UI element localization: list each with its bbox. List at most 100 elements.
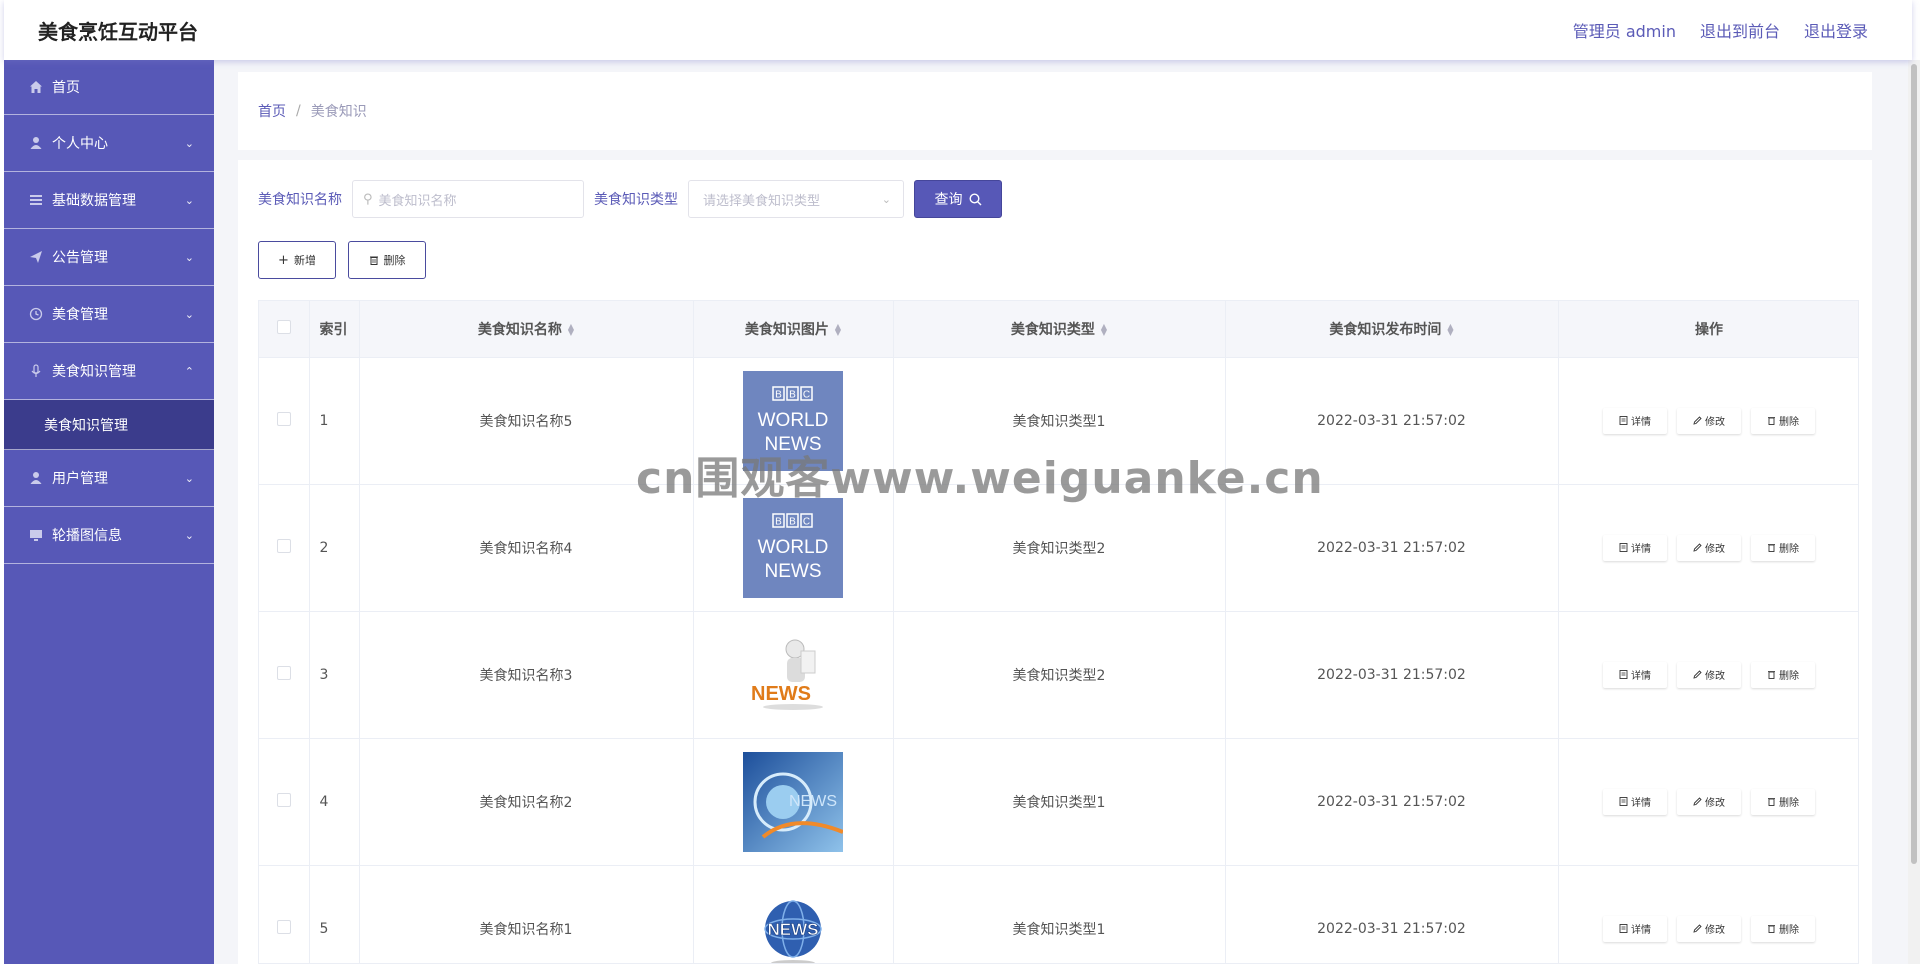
breadcrumb-current: 美食知识 bbox=[310, 104, 367, 120]
row-type: 美食知识类型1 bbox=[893, 738, 1226, 866]
svg-text:C: C bbox=[803, 389, 810, 400]
row-name: 美食知识名称3 bbox=[359, 611, 694, 739]
sort-icon[interactable]: ▲ ▼ bbox=[835, 322, 841, 336]
delete-button[interactable]: 删除 bbox=[1751, 788, 1815, 815]
name-search-label: 美食知识名称 bbox=[258, 192, 342, 208]
breadcrumb-home[interactable]: 首页 bbox=[258, 101, 286, 121]
news-thumbnail-image[interactable]: NEWS bbox=[743, 751, 843, 852]
row-index: 4 bbox=[309, 738, 360, 866]
header-time[interactable]: 美食知识发布时间 ▲ ▼ bbox=[1225, 301, 1559, 358]
document-icon bbox=[1619, 670, 1628, 679]
select-all-checkbox[interactable] bbox=[276, 319, 291, 334]
delete-button[interactable]: 删除 bbox=[1751, 407, 1815, 434]
edit-button[interactable]: 修改 bbox=[1677, 534, 1741, 561]
sort-icon[interactable]: ▲ ▼ bbox=[1101, 322, 1107, 336]
svg-text:WORLD: WORLD bbox=[758, 410, 829, 431]
sidebar-item-label: 公告管理 bbox=[52, 250, 108, 266]
detail-button-label: 详情 bbox=[1631, 925, 1651, 936]
edit-button[interactable]: 修改 bbox=[1677, 407, 1741, 434]
trash-icon bbox=[1768, 671, 1775, 679]
sidebar-item-label: 个人中心 bbox=[52, 136, 108, 152]
name-search-input[interactable]: ⚲ 美食知识名称 bbox=[352, 180, 584, 218]
row-checkbox[interactable] bbox=[276, 665, 291, 680]
type-select-placeholder: 请选择美食知识类型 bbox=[703, 193, 821, 209]
row-checkbox[interactable] bbox=[276, 919, 291, 934]
admin-label[interactable]: 管理员 admin bbox=[1573, 18, 1676, 42]
svg-text:NEWS: NEWS bbox=[768, 920, 819, 939]
breadcrumb-separator: / bbox=[296, 103, 301, 119]
header-name[interactable]: 美食知识名称 ▲ ▼ bbox=[359, 301, 694, 358]
row-select-cell bbox=[259, 484, 310, 612]
trash-icon bbox=[1768, 925, 1775, 933]
edit-button[interactable]: 修改 bbox=[1677, 788, 1741, 815]
sidebar-item-home[interactable]: 首页 bbox=[4, 60, 214, 115]
clock-icon bbox=[28, 307, 44, 321]
edit-button-label: 修改 bbox=[1705, 798, 1725, 809]
document-icon bbox=[1619, 797, 1628, 806]
sidebar-item-users[interactable]: 用户管理 ⌄ bbox=[4, 450, 214, 507]
edit-button-label: 修改 bbox=[1705, 671, 1725, 682]
row-index: 2 bbox=[309, 484, 360, 612]
table-row: 3 美食知识名称3 NEWS 美食知识类型2 2022-03-31 21:57:02 详情… bbox=[259, 611, 1858, 739]
sidebar-item-food[interactable]: 美食管理 ⌄ bbox=[4, 286, 214, 343]
batch-delete-button[interactable]: 删除 bbox=[348, 241, 426, 279]
table-row: 4 美食知识名称2 NEWS 美食知识类型1 2022-03-31 21:57:02 详情… bbox=[259, 738, 1858, 866]
sidebar-item-personal[interactable]: 个人中心 ⌄ bbox=[4, 115, 214, 172]
news-thumbnail-image[interactable]: B B C WORLD NEWS bbox=[743, 497, 843, 598]
sidebar-item-basic-data[interactable]: 基础数据管理 ⌄ bbox=[4, 172, 214, 229]
header-image-label: 美食知识图片 bbox=[744, 321, 829, 338]
scrollbar-thumb[interactable] bbox=[1911, 64, 1917, 864]
row-checkbox[interactable] bbox=[276, 411, 291, 426]
detail-button[interactable]: 详情 bbox=[1603, 661, 1667, 688]
type-select[interactable]: 请选择美食知识类型 ⌄ bbox=[688, 180, 904, 218]
sidebar-item-label: 基础数据管理 bbox=[52, 193, 136, 209]
sidebar-item-label: 首页 bbox=[52, 80, 80, 96]
submenu-item-food-knowledge[interactable]: 美食知识管理 bbox=[4, 400, 214, 450]
edit-button[interactable]: 修改 bbox=[1677, 661, 1741, 688]
sidebar-item-food-knowledge[interactable]: 美食知识管理 ⌃ bbox=[4, 343, 214, 400]
detail-button[interactable]: 详情 bbox=[1603, 788, 1667, 815]
query-button[interactable]: 查询 bbox=[914, 180, 1002, 218]
row-checkbox[interactable] bbox=[276, 792, 291, 807]
row-index: 5 bbox=[309, 865, 360, 963]
row-checkbox[interactable] bbox=[276, 538, 291, 553]
sidebar-item-notice[interactable]: 公告管理 ⌄ bbox=[4, 229, 214, 286]
page-scrollbar[interactable] bbox=[1908, 60, 1920, 964]
news-thumbnail-image[interactable]: NEWS bbox=[743, 624, 843, 725]
to-front-link[interactable]: 退出到前台 bbox=[1700, 18, 1780, 42]
detail-button[interactable]: 详情 bbox=[1603, 915, 1667, 942]
sidebar-item-carousel[interactable]: 轮播图信息 ⌄ bbox=[4, 507, 214, 564]
header-image[interactable]: 美食知识图片 ▲ ▼ bbox=[693, 301, 894, 358]
chevron-down-icon: ⌄ bbox=[184, 250, 194, 264]
svg-text:B: B bbox=[775, 389, 782, 400]
add-button[interactable]: + 新增 bbox=[258, 241, 336, 279]
sidebar-item-label: 美食知识管理 bbox=[52, 364, 136, 380]
sort-icon[interactable]: ▲ ▼ bbox=[568, 322, 574, 336]
delete-button-label: 删除 bbox=[1779, 544, 1799, 555]
edit-button[interactable]: 修改 bbox=[1677, 915, 1741, 942]
detail-button[interactable]: 详情 bbox=[1603, 534, 1667, 561]
row-select-cell bbox=[259, 865, 310, 963]
detail-button[interactable]: 详情 bbox=[1603, 407, 1667, 434]
row-image-cell: NEWS bbox=[693, 738, 894, 866]
edit-button-label: 修改 bbox=[1705, 925, 1725, 936]
chevron-down-icon: ⌄ bbox=[184, 307, 194, 321]
data-table: 索引 美食知识名称 ▲ ▼ 美食知识图片 ▲ ▼ 美食知识类型 ▲ ▼ 美食知识发布时间 ▲ ▼… bbox=[258, 300, 1859, 964]
news-thumbnail-image[interactable]: NEWS bbox=[743, 878, 843, 963]
select-all-cell bbox=[259, 301, 310, 358]
delete-button[interactable]: 删除 bbox=[1751, 534, 1815, 561]
delete-button[interactable]: 删除 bbox=[1751, 915, 1815, 942]
document-icon bbox=[1619, 416, 1628, 425]
mic-icon bbox=[28, 364, 44, 378]
delete-button[interactable]: 删除 bbox=[1751, 661, 1815, 688]
chevron-down-icon: ⌄ bbox=[184, 528, 194, 542]
search-icon bbox=[968, 192, 981, 205]
sort-icon[interactable]: ▲ ▼ bbox=[1447, 322, 1453, 336]
header-type[interactable]: 美食知识类型 ▲ ▼ bbox=[893, 301, 1226, 358]
svg-text:WORLD: WORLD bbox=[758, 537, 829, 558]
logout-link[interactable]: 退出登录 bbox=[1804, 18, 1868, 42]
svg-text:B: B bbox=[775, 516, 782, 527]
chevron-down-icon: ⌄ bbox=[184, 471, 194, 485]
table-header-row: 索引 美食知识名称 ▲ ▼ 美食知识图片 ▲ ▼ 美食知识类型 ▲ ▼ 美食知识发布时间 ▲ ▼… bbox=[259, 301, 1858, 358]
detail-button-label: 详情 bbox=[1631, 671, 1651, 682]
